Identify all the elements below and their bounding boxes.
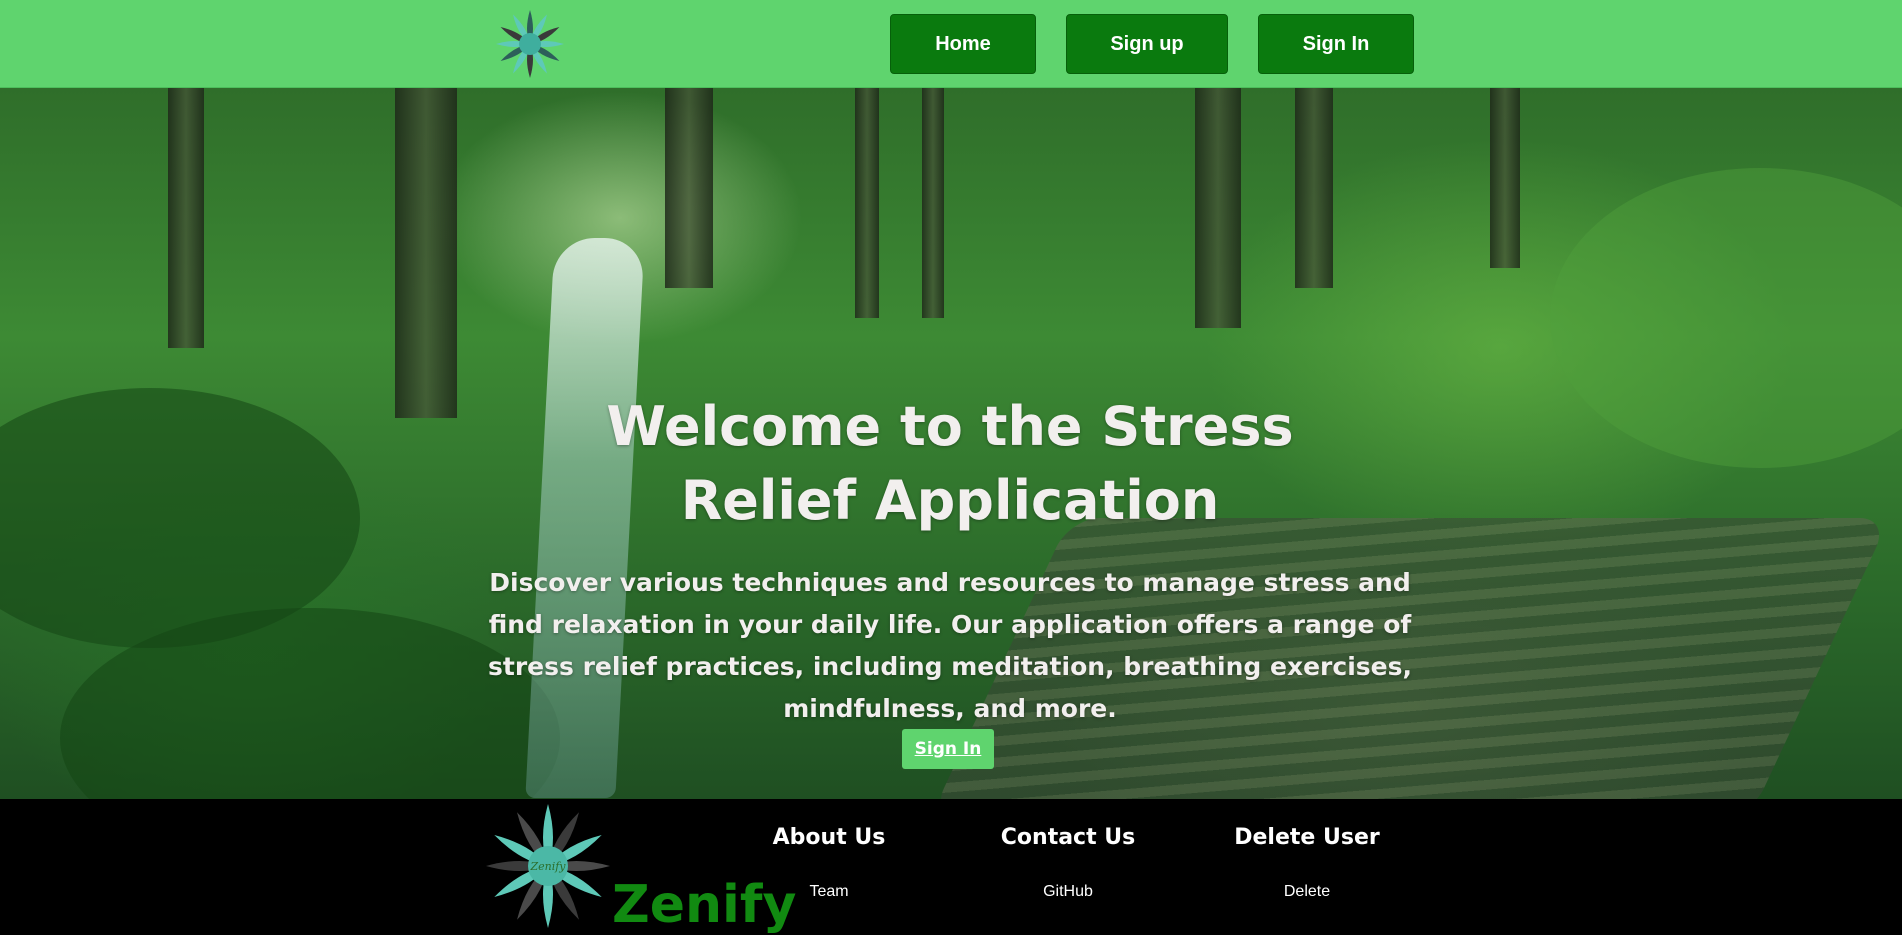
tree-trunk — [1195, 88, 1241, 328]
footer: Zenify Zenify About Us Team Contact Us G… — [0, 799, 1902, 935]
tree-trunk — [168, 88, 204, 348]
flower-logo-icon — [496, 10, 564, 78]
tree-trunk — [855, 88, 879, 318]
github-link[interactable]: GitHub — [968, 883, 1168, 901]
tree-trunk — [395, 88, 457, 418]
footer-column-about: About Us Team — [729, 823, 929, 901]
fern-foliage — [1550, 168, 1902, 468]
tree-trunk — [665, 88, 713, 288]
contact-us-heading: Contact Us — [1000, 825, 1136, 850]
sign-in-button[interactable]: Sign In — [1258, 14, 1414, 74]
top-navbar: Home Sign up Sign In — [0, 0, 1902, 88]
sign-up-button[interactable]: Sign up — [1066, 14, 1228, 74]
home-button[interactable]: Home — [890, 14, 1036, 74]
team-link[interactable]: Team — [729, 883, 929, 901]
about-us-heading: About Us — [772, 825, 886, 850]
hero-section: Welcome to the Stress Relief Application… — [0, 88, 1902, 799]
logo-wordmark: Zenify — [529, 860, 566, 873]
flower-logo-icon: Zenify — [486, 804, 610, 928]
tree-trunk — [1490, 88, 1520, 268]
hero-sign-in-button[interactable]: Sign In — [902, 729, 994, 769]
hero-title: Welcome to the Stress Relief Application — [606, 395, 1294, 532]
footer-column-contact: Contact Us GitHub — [968, 823, 1168, 901]
hero-description: Discover various techniques and resource… — [488, 568, 1412, 723]
zenify-footer-logo-icon: Zenify — [486, 801, 610, 931]
tree-trunk — [922, 88, 944, 318]
zenify-logo-icon[interactable] — [490, 6, 570, 82]
tree-trunk — [1295, 88, 1333, 288]
delete-link[interactable]: Delete — [1207, 883, 1407, 901]
footer-column-delete-user: Delete User Delete — [1207, 823, 1407, 901]
delete-user-heading: Delete User — [1234, 825, 1380, 850]
